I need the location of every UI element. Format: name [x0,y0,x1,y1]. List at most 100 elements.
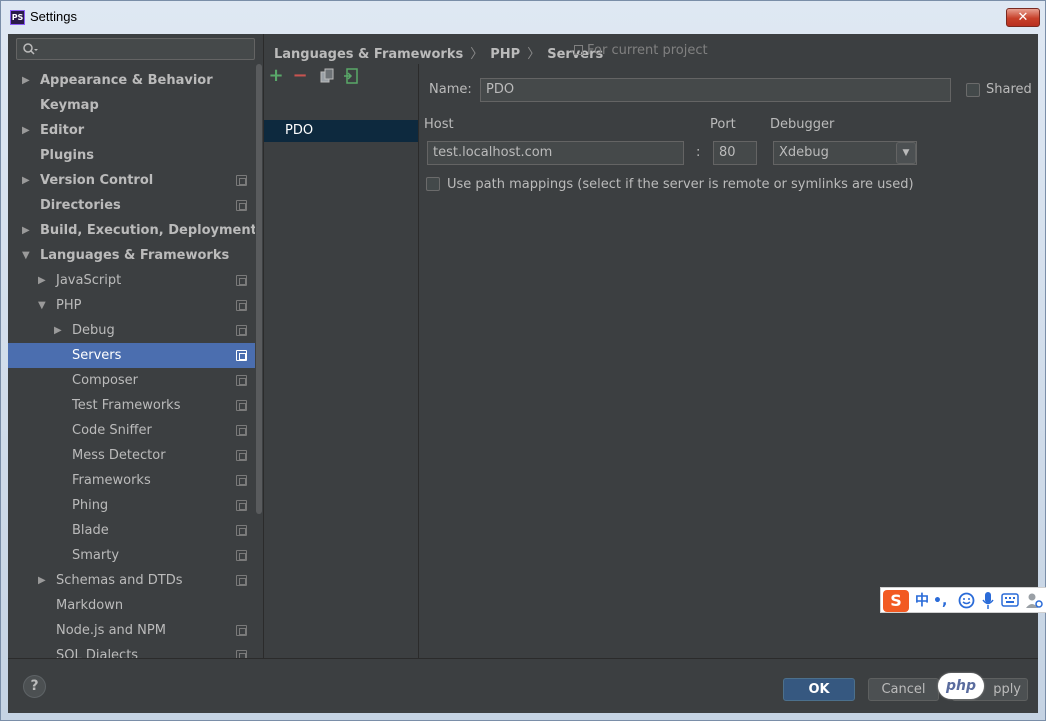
tree-item-node-js-and-npm[interactable]: Node.js and NPM [8,618,255,643]
smiley-icon[interactable] [958,592,975,609]
project-settings-icon [236,300,247,311]
collapsed-arrow-icon[interactable]: ▶ [22,118,32,143]
help-button[interactable]: ? [23,675,46,698]
tree-scrollbar[interactable] [255,64,263,658]
servers-divider [418,64,419,658]
breadcrumb-languages: Languages & Frameworks [274,47,464,62]
tree-item-label: Mess Detector [72,448,166,463]
tree-item-servers[interactable]: Servers [8,343,255,368]
tree-item-label: SQL Dialects [56,648,139,658]
ime-language-toggle[interactable]: 中 [915,590,929,612]
tree-item-phing[interactable]: Phing [8,493,255,518]
tree-item-build-execution-deployment[interactable]: ▶ Build, Execution, Deployment [8,218,257,243]
tree-item-label: Smarty [72,548,120,563]
project-settings-icon [236,650,247,658]
project-settings-icon [236,425,247,436]
tree-item-composer[interactable]: Composer [8,368,255,393]
project-settings-icon [236,575,247,586]
project-settings-icon [236,175,247,186]
tree-item-javascript[interactable]: ▶ JavaScript [8,268,255,293]
tree-item-label: Keymap [40,98,99,113]
tree-item-editor[interactable]: ▶ Editor [8,118,255,143]
tree-item-code-sniffer[interactable]: Code Sniffer [8,418,255,443]
tree-item-markdown[interactable]: Markdown [8,593,255,618]
debugger-select[interactable]: Xdebug ▼ [773,141,917,165]
close-window-button[interactable]: ✕ [1006,8,1040,27]
tree-item-plugins[interactable]: Plugins [8,143,255,168]
expanded-arrow-icon[interactable]: ▼ [22,243,32,268]
project-scope-icon [574,45,583,55]
project-settings-icon [236,475,247,486]
title-bar: PS Settings ✕ [0,0,1046,34]
server-item-pdo[interactable]: PDO [264,120,418,142]
tree-item-schemas-and-dtds[interactable]: ▶ Schemas and DTDs [8,568,255,593]
tree-item-label: Debug [72,323,115,338]
server-name-field[interactable]: PDO [480,78,951,102]
settings-search-input[interactable] [16,38,255,60]
breadcrumb-separator: 〉 [470,47,484,62]
name-label: Name: [429,82,472,97]
tree-item-version-control[interactable]: ▶ Version Control [8,168,255,193]
tree-item-label: Editor [40,123,85,138]
tree-item-appearance-behavior[interactable]: ▶ Appearance & Behavior [8,68,255,93]
tree-item-php[interactable]: ▼ PHP [8,293,255,318]
servers-list-pane: + − PDO [264,64,418,658]
window-title: Settings [30,9,77,24]
breadcrumb: Languages & Frameworks 〉 PHP 〉 Servers [274,43,603,62]
tree-item-directories[interactable]: Directories [8,193,255,218]
tree-item-test-frameworks[interactable]: Test Frameworks [8,393,255,418]
import-server-icon[interactable] [343,68,359,84]
ime-punctuation-toggle[interactable]: •, [933,590,947,612]
tree-item-keymap[interactable]: Keymap [8,93,255,118]
collapsed-arrow-icon[interactable]: ▶ [54,318,64,343]
expanded-arrow-icon[interactable]: ▼ [38,293,48,318]
project-settings-icon [236,275,247,286]
tree-item-label: Frameworks [72,473,151,488]
tree-item-languages-frameworks[interactable]: ▼ Languages & Frameworks [8,243,255,268]
collapsed-arrow-icon[interactable]: ▶ [38,568,48,593]
tree-item-label: Blade [72,523,109,538]
host-field[interactable]: test.localhost.com [427,141,684,165]
footer-divider [8,658,1038,659]
tree-scrollbar-thumb[interactable] [256,64,262,514]
tree-item-label: Plugins [40,148,94,163]
collapsed-arrow-icon[interactable]: ▶ [38,268,48,293]
tree-item-sql-dialects[interactable]: SQL Dialects [8,643,255,658]
tree-item-blade[interactable]: Blade [8,518,255,543]
tree-item-label: Node.js and NPM [56,623,166,638]
keyboard-icon[interactable] [1001,593,1019,607]
tree-item-debug[interactable]: ▶ Debug [8,318,255,343]
microphone-icon[interactable] [981,591,995,610]
ime-toolbar[interactable]: S 中 •, [880,587,1046,613]
sogou-logo-icon[interactable]: S [883,590,909,612]
project-settings-icon [236,450,247,461]
debugger-label: Debugger [770,117,835,132]
tree-item-label: Languages & Frameworks [40,248,230,263]
project-settings-icon [236,550,247,561]
user-settings-icon[interactable] [1025,592,1043,609]
port-field[interactable]: 80 [713,141,757,165]
collapsed-arrow-icon[interactable]: ▶ [22,168,32,193]
tree-item-smarty[interactable]: Smarty [8,543,255,568]
collapsed-arrow-icon[interactable]: ▶ [22,68,32,93]
shared-checkbox[interactable] [966,83,980,97]
remove-server-icon[interactable]: − [292,67,308,85]
copy-server-icon[interactable] [319,68,335,84]
project-settings-icon [236,500,247,511]
breadcrumb-php: PHP [490,47,521,62]
tree-item-label: Version Control [40,173,154,188]
ok-button[interactable]: OK [783,678,855,701]
tree-item-frameworks[interactable]: Frameworks [8,468,255,493]
project-settings-icon [236,325,247,336]
tree-item-label: Markdown [56,598,124,613]
chevron-down-icon[interactable]: ▼ [896,142,916,164]
add-server-icon[interactable]: + [268,67,284,85]
shared-label: Shared [986,82,1032,97]
breadcrumb-separator: 〉 [527,47,541,62]
collapsed-arrow-icon[interactable]: ▶ [22,218,32,243]
cancel-button[interactable]: Cancel [868,678,939,701]
php-watermark-badge: php [938,673,984,699]
tree-item-mess-detector[interactable]: Mess Detector [8,443,255,468]
port-label: Port [710,117,736,132]
use-path-mappings-checkbox[interactable] [426,177,440,191]
